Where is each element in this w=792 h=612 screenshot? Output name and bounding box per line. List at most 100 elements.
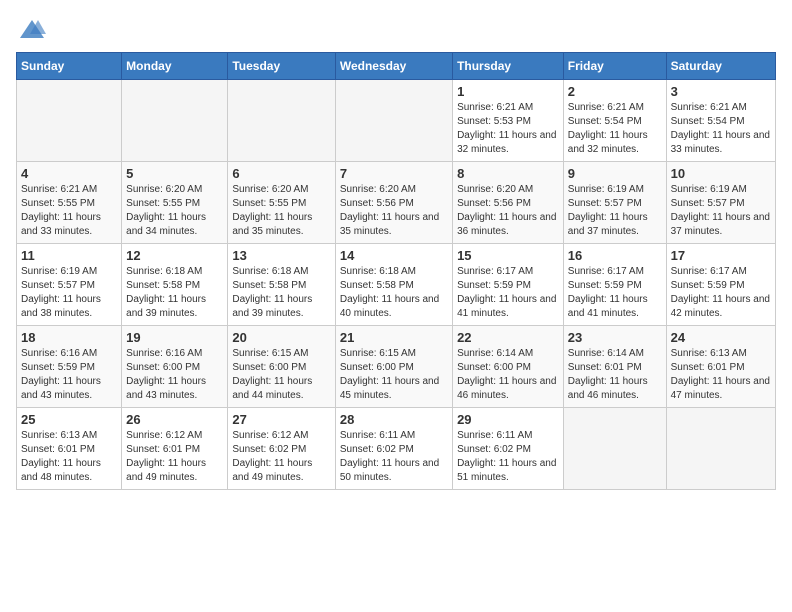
calendar-cell: 22 Sunrise: 6:14 AMSunset: 6:00 PMDayligh… [453,326,564,408]
calendar-cell: 4 Sunrise: 6:21 AMSunset: 5:55 PMDaylight… [17,162,122,244]
day-info: Sunrise: 6:19 AMSunset: 5:57 PMDaylight:… [21,265,117,321]
calendar-cell: 3 Sunrise: 6:21 AMSunset: 5:54 PMDaylight… [666,80,775,162]
calendar-cell: 6 Sunrise: 6:20 AMSunset: 5:55 PMDaylight… [228,162,335,244]
day-info: Sunrise: 6:12 AMSunset: 6:02 PMDaylight:… [232,429,330,485]
day-info: Sunrise: 6:12 AMSunset: 6:01 PMDaylight:… [126,429,223,485]
day-info: Sunrise: 6:20 AMSunset: 5:56 PMDaylight:… [457,183,559,239]
calendar-cell [228,80,335,162]
day-header-monday: Monday [122,53,228,80]
day-header-sunday: Sunday [17,53,122,80]
day-info: Sunrise: 6:18 AMSunset: 5:58 PMDaylight:… [232,265,330,321]
calendar-cell: 13 Sunrise: 6:18 AMSunset: 5:58 PMDayligh… [228,244,335,326]
calendar-cell: 14 Sunrise: 6:18 AMSunset: 5:58 PMDayligh… [335,244,452,326]
day-number: 13 [232,248,330,263]
day-number: 14 [340,248,448,263]
day-info: Sunrise: 6:11 AMSunset: 6:02 PMDaylight:… [340,429,448,485]
week-row-2: 4 Sunrise: 6:21 AMSunset: 5:55 PMDaylight… [17,162,776,244]
day-info: Sunrise: 6:16 AMSunset: 5:59 PMDaylight:… [21,347,117,403]
day-number: 26 [126,412,223,427]
day-info: Sunrise: 6:18 AMSunset: 5:58 PMDaylight:… [126,265,223,321]
day-number: 12 [126,248,223,263]
day-number: 4 [21,166,117,181]
calendar-table: SundayMondayTuesdayWednesdayThursdayFrid… [16,52,776,490]
day-number: 23 [568,330,662,345]
calendar-cell: 21 Sunrise: 6:15 AMSunset: 6:00 PMDayligh… [335,326,452,408]
day-info: Sunrise: 6:21 AMSunset: 5:54 PMDaylight:… [671,101,771,157]
calendar-cell [122,80,228,162]
calendar-cell: 25 Sunrise: 6:13 AMSunset: 6:01 PMDayligh… [17,408,122,490]
day-header-saturday: Saturday [666,53,775,80]
day-number: 11 [21,248,117,263]
calendar-cell: 9 Sunrise: 6:19 AMSunset: 5:57 PMDaylight… [563,162,666,244]
day-header-wednesday: Wednesday [335,53,452,80]
day-number: 28 [340,412,448,427]
day-info: Sunrise: 6:19 AMSunset: 5:57 PMDaylight:… [568,183,662,239]
calendar-cell: 12 Sunrise: 6:18 AMSunset: 5:58 PMDayligh… [122,244,228,326]
day-number: 17 [671,248,771,263]
day-info: Sunrise: 6:13 AMSunset: 6:01 PMDaylight:… [21,429,117,485]
page-header [16,16,776,44]
day-number: 1 [457,84,559,99]
day-info: Sunrise: 6:15 AMSunset: 6:00 PMDaylight:… [340,347,448,403]
calendar-cell: 15 Sunrise: 6:17 AMSunset: 5:59 PMDayligh… [453,244,564,326]
calendar-cell: 10Sunrise: 6:19 AMSunset: 5:57 PMDayligh… [666,162,775,244]
calendar-cell: 29 Sunrise: 6:11 AMSunset: 6:02 PMDayligh… [453,408,564,490]
day-number: 5 [126,166,223,181]
calendar-cell: 7 Sunrise: 6:20 AMSunset: 5:56 PMDaylight… [335,162,452,244]
day-info: Sunrise: 6:21 AMSunset: 5:53 PMDaylight:… [457,101,559,157]
day-number: 2 [568,84,662,99]
day-number: 7 [340,166,448,181]
calendar-cell: 8 Sunrise: 6:20 AMSunset: 5:56 PMDaylight… [453,162,564,244]
day-info: Sunrise: 6:20 AMSunset: 5:55 PMDaylight:… [232,183,330,239]
day-number: 10 [671,166,771,181]
header-row: SundayMondayTuesdayWednesdayThursdayFrid… [17,53,776,80]
day-info: Sunrise: 6:18 AMSunset: 5:58 PMDaylight:… [340,265,448,321]
day-number: 19 [126,330,223,345]
day-number: 18 [21,330,117,345]
day-info: Sunrise: 6:14 AMSunset: 6:01 PMDaylight:… [568,347,662,403]
day-number: 6 [232,166,330,181]
logo-icon [18,16,46,44]
calendar-cell: 2Sunrise: 6:21 AMSunset: 5:54 PMDaylight… [563,80,666,162]
calendar-cell: 5 Sunrise: 6:20 AMSunset: 5:55 PMDaylight… [122,162,228,244]
week-row-1: 1 Sunrise: 6:21 AMSunset: 5:53 PMDaylight… [17,80,776,162]
week-row-4: 18 Sunrise: 6:16 AMSunset: 5:59 PMDayligh… [17,326,776,408]
day-number: 27 [232,412,330,427]
week-row-3: 11 Sunrise: 6:19 AMSunset: 5:57 PMDayligh… [17,244,776,326]
day-number: 29 [457,412,559,427]
day-number: 16 [568,248,662,263]
day-info: Sunrise: 6:17 AMSunset: 5:59 PMDaylight:… [568,265,662,321]
day-info: Sunrise: 6:17 AMSunset: 5:59 PMDaylight:… [671,265,771,321]
calendar-cell: 1 Sunrise: 6:21 AMSunset: 5:53 PMDaylight… [453,80,564,162]
day-number: 21 [340,330,448,345]
calendar-cell: 24 Sunrise: 6:13 AMSunset: 6:01 PMDayligh… [666,326,775,408]
calendar-cell [563,408,666,490]
day-number: 24 [671,330,771,345]
calendar-cell: 19 Sunrise: 6:16 AMSunset: 6:00 PMDayligh… [122,326,228,408]
calendar-cell: 26 Sunrise: 6:12 AMSunset: 6:01 PMDayligh… [122,408,228,490]
day-info: Sunrise: 6:20 AMSunset: 5:55 PMDaylight:… [126,183,223,239]
day-number: 22 [457,330,559,345]
day-number: 8 [457,166,559,181]
day-number: 25 [21,412,117,427]
day-number: 20 [232,330,330,345]
day-info: Sunrise: 6:16 AMSunset: 6:00 PMDaylight:… [126,347,223,403]
calendar-cell [335,80,452,162]
day-info: Sunrise: 6:21 AMSunset: 5:55 PMDaylight:… [21,183,117,239]
calendar-cell: 16 Sunrise: 6:17 AMSunset: 5:59 PMDayligh… [563,244,666,326]
day-number: 15 [457,248,559,263]
day-info: Sunrise: 6:11 AMSunset: 6:02 PMDaylight:… [457,429,559,485]
day-number: 3 [671,84,771,99]
day-header-friday: Friday [563,53,666,80]
day-info: Sunrise: 6:14 AMSunset: 6:00 PMDaylight:… [457,347,559,403]
day-info: Sunrise: 6:17 AMSunset: 5:59 PMDaylight:… [457,265,559,321]
day-number: 9 [568,166,662,181]
week-row-5: 25 Sunrise: 6:13 AMSunset: 6:01 PMDayligh… [17,408,776,490]
calendar-cell: 28 Sunrise: 6:11 AMSunset: 6:02 PMDayligh… [335,408,452,490]
calendar-cell [17,80,122,162]
day-header-thursday: Thursday [453,53,564,80]
day-info: Sunrise: 6:13 AMSunset: 6:01 PMDaylight:… [671,347,771,403]
day-header-tuesday: Tuesday [228,53,335,80]
calendar-cell: 11 Sunrise: 6:19 AMSunset: 5:57 PMDayligh… [17,244,122,326]
day-info: Sunrise: 6:20 AMSunset: 5:56 PMDaylight:… [340,183,448,239]
